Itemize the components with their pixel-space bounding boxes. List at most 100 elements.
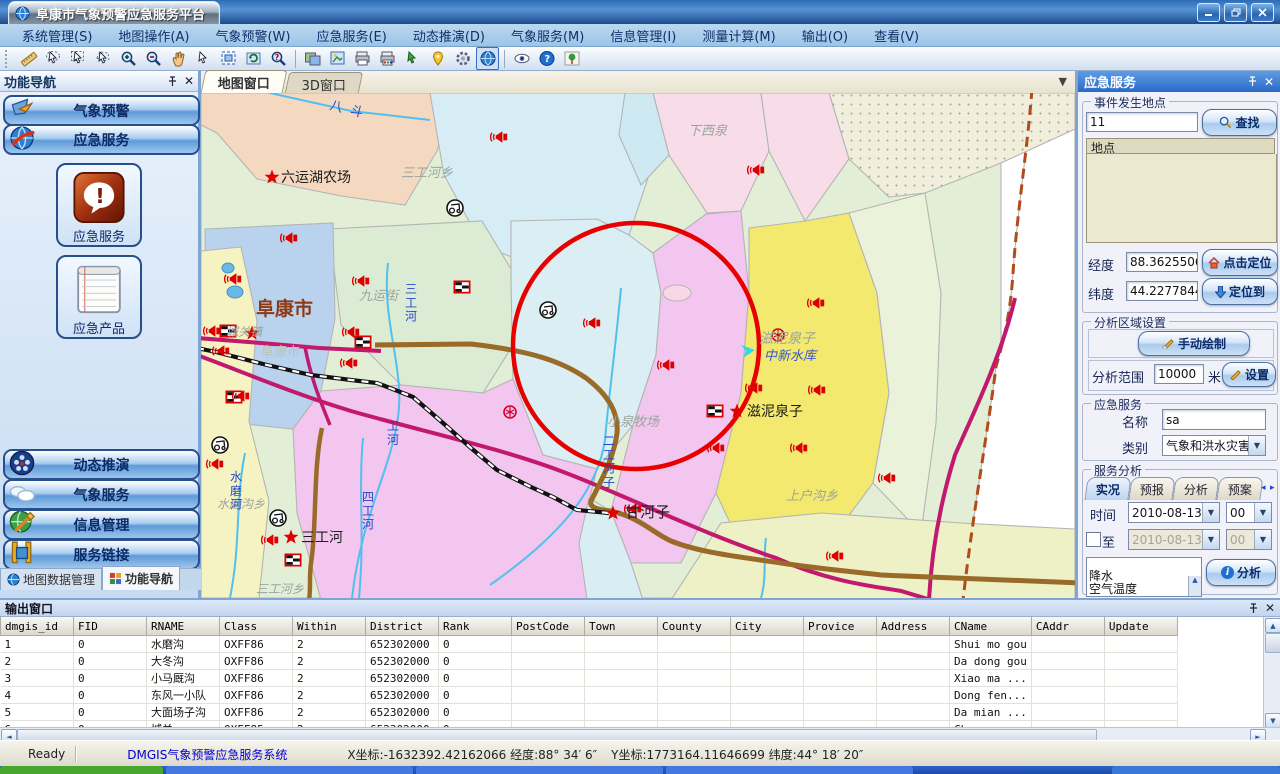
click-locate-button[interactable]: 点击定位 (1202, 249, 1278, 276)
toolbar-select-rect-icon[interactable] (67, 47, 90, 70)
element-listbox[interactable]: 降水空气温度 ▲ (1086, 557, 1202, 597)
big-button-emergency-service[interactable]: !应急服务 (56, 163, 142, 247)
range-input[interactable]: 10000 (1154, 364, 1204, 384)
restore-button[interactable] (1224, 3, 1247, 22)
column-header-Within[interactable]: Within (293, 617, 366, 636)
column-header-City[interactable]: City (731, 617, 804, 636)
column-header-RNAME[interactable]: RNAME (147, 617, 220, 636)
column-header-Class[interactable]: Class (220, 617, 293, 636)
chevron-down-icon[interactable]: ▼ (1202, 503, 1219, 522)
column-header-dmgis_id[interactable]: dmgis_id (1, 617, 74, 636)
toolbar-tree-icon[interactable] (560, 47, 583, 70)
table-row[interactable]: 10水磨沟OXFF8626523020000Shui mo gou (1, 636, 1178, 653)
toolbar-identify-icon[interactable]: ? (267, 47, 290, 70)
menu-item-4[interactable]: 动态推演(D) (401, 24, 497, 47)
column-header-FID[interactable]: FID (74, 617, 147, 636)
locate-to-button[interactable]: 定位到 (1202, 278, 1278, 305)
hour-select[interactable]: 00▼ (1226, 502, 1272, 523)
minimize-button[interactable] (1197, 3, 1220, 22)
nav-group-film[interactable]: 动态推演 (3, 449, 200, 480)
table-row[interactable]: 30小马厩沟OXFF8626523020000Xiao ma ... (1, 670, 1178, 687)
scroll-up-icon[interactable]: ▲ (1189, 576, 1201, 584)
toolbar-settings-icon[interactable] (451, 47, 474, 70)
nav-group-clouds[interactable]: 气象服务 (3, 479, 200, 510)
chevron-down-icon[interactable]: ▼ (1248, 436, 1265, 455)
column-header-Update[interactable]: Update (1104, 617, 1177, 636)
taskbar-segment[interactable] (166, 766, 413, 774)
toolbar-globe-active-icon[interactable] (476, 47, 499, 70)
pin-icon[interactable] (167, 76, 178, 87)
toolbar-grip[interactable] (5, 50, 12, 68)
listbox-scrollbar[interactable]: ▲ (1188, 576, 1201, 596)
service-type-select[interactable]: 气象和洪水灾害▼ (1162, 435, 1266, 456)
close-panel-icon[interactable]: ✕ (1265, 602, 1275, 614)
longitude-input[interactable]: 88.36255063 (1126, 252, 1198, 272)
map-tab-dropdown-icon[interactable]: ▼ (1059, 75, 1067, 88)
toolbar-pan-icon[interactable] (167, 47, 190, 70)
analysis-tab-0[interactable]: 实况 (1084, 477, 1131, 500)
element-list-item[interactable]: 空气温度 (1089, 583, 1137, 596)
toolbar-map-layers-icon[interactable] (301, 47, 324, 70)
toolbar-print-icon[interactable] (351, 47, 374, 70)
scroll-down-icon[interactable]: ▼ (1265, 713, 1280, 728)
taskbar-segment[interactable] (666, 766, 913, 774)
toolbar-pin-marker-icon[interactable] (426, 47, 449, 70)
analysis-tab-3[interactable]: 预案 (1216, 477, 1263, 500)
map-tab-0[interactable]: 地图窗口 (201, 70, 288, 93)
left-bottom-tab-1[interactable]: 功能导航 (102, 566, 180, 590)
toolbar-refresh-icon[interactable] (242, 47, 265, 70)
column-header-Provice[interactable]: Provice (804, 617, 877, 636)
menu-item-5[interactable]: 气象服务(M) (499, 24, 596, 47)
menu-item-8[interactable]: 输出(O) (790, 24, 860, 47)
taskbar-segment[interactable] (1112, 766, 1280, 774)
chevron-down-icon[interactable]: ▼ (1254, 503, 1271, 522)
column-header-Address[interactable]: Address (877, 617, 950, 636)
analyze-button[interactable]: i 分析 (1206, 559, 1276, 586)
toolbar-eye-icon[interactable] (510, 47, 533, 70)
menu-item-7[interactable]: 测量计算(M) (690, 24, 787, 47)
toolbar-print-color-icon[interactable] (376, 47, 399, 70)
toolbar-select-poly-icon[interactable] (92, 47, 115, 70)
toolbar-select-lasso-icon[interactable] (42, 47, 65, 70)
nav-group-globe-red[interactable]: 应急服务 (3, 124, 200, 155)
pin-icon[interactable] (1247, 76, 1258, 87)
map-tab-1[interactable]: 3D窗口 (285, 72, 364, 93)
toolbar-zoom-in-icon[interactable] (117, 47, 140, 70)
column-header-County[interactable]: County (658, 617, 731, 636)
toolbar-ruler-icon[interactable] (17, 47, 40, 70)
nav-group-info-globe[interactable]: 信息管理 (3, 509, 200, 540)
close-panel-icon[interactable]: ✕ (184, 75, 194, 87)
big-button-emergency-product[interactable]: 应急产品 (56, 255, 142, 339)
toolbar-zoom-out-icon[interactable] (142, 47, 165, 70)
scrollbar-thumb[interactable] (1265, 633, 1280, 653)
tab-scroll-right-icon[interactable]: ▸ (1270, 483, 1275, 493)
close-button[interactable] (1251, 3, 1274, 22)
vertical-scrollbar[interactable]: ▲ ▼ (1263, 617, 1280, 727)
table-row[interactable]: 20大冬沟OXFF8626523020000Da dong gou (1, 653, 1178, 670)
taskbar-segment[interactable] (0, 766, 163, 774)
map-canvas[interactable]: 八斗六运湖农场三工河乡下西泉九运街阜康市城关镇阜康市滋泥泉子中新水库滋泥泉子小泉… (201, 93, 1075, 598)
column-header-CAddr[interactable]: CAddr (1031, 617, 1104, 636)
set-button[interactable]: 设置 (1222, 362, 1276, 387)
pin-icon[interactable] (1248, 603, 1259, 614)
menu-item-3[interactable]: 应急服务(E) (304, 24, 398, 47)
date-select[interactable]: 2010-08-13▼ (1128, 502, 1220, 523)
column-header-Rank[interactable]: Rank (439, 617, 512, 636)
menu-item-6[interactable]: 信息管理(I) (598, 24, 688, 47)
to-checkbox[interactable] (1086, 532, 1101, 547)
place-list[interactable] (1086, 154, 1277, 243)
date2-select[interactable]: 2010-08-13▼ (1128, 529, 1220, 550)
column-header-PostCode[interactable]: PostCode (512, 617, 585, 636)
nav-group-weather[interactable]: 气象预警 (3, 95, 200, 126)
analysis-tab-2[interactable]: 分析 (1172, 477, 1219, 500)
toolbar-pointer-icon[interactable] (192, 47, 215, 70)
tab-scroll-left-icon[interactable]: ◂ (1261, 483, 1266, 493)
toolbar-help-icon[interactable]: ? (535, 47, 558, 70)
menu-item-2[interactable]: 气象预警(W) (203, 24, 302, 47)
toolbar-select-green-icon[interactable] (401, 47, 424, 70)
menu-item-9[interactable]: 查看(V) (862, 24, 931, 47)
menu-item-1[interactable]: 地图操作(A) (106, 24, 201, 47)
location-search-input[interactable]: 11 (1086, 112, 1198, 132)
hour2-select[interactable]: 00▼ (1226, 529, 1272, 550)
table-row[interactable]: 50大面场子沟OXFF8626523020000Da mian ... (1, 704, 1178, 721)
